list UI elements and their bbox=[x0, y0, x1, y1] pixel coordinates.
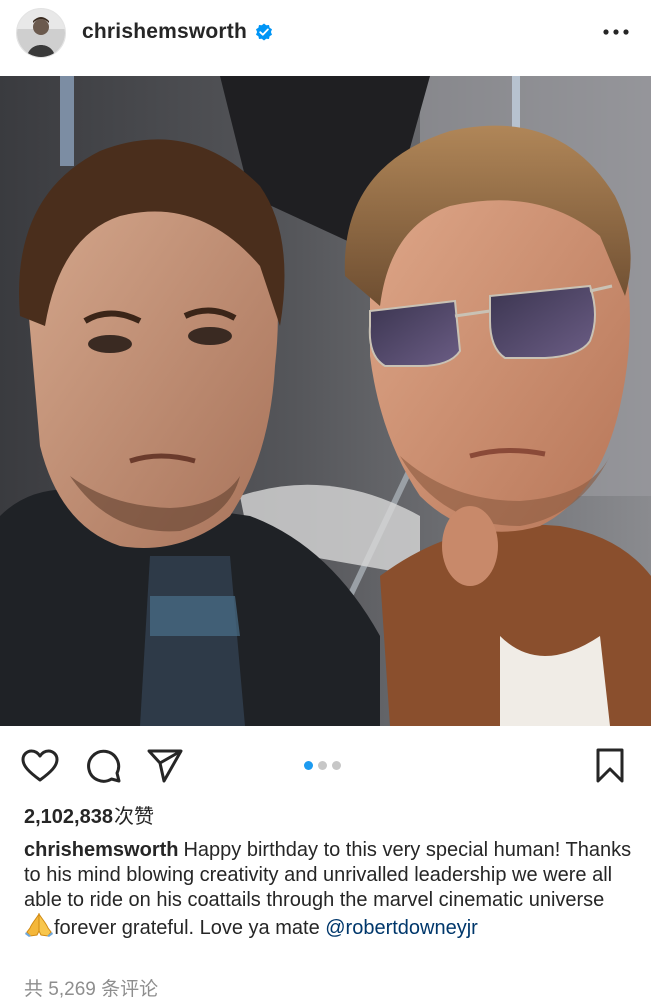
comment-icon bbox=[87, 749, 121, 783]
mention-link[interactable]: @robertdowneyjr bbox=[325, 917, 478, 939]
share-button[interactable] bbox=[145, 746, 185, 786]
profile-avatar[interactable] bbox=[16, 8, 66, 58]
action-bar bbox=[0, 728, 651, 800]
comment-button[interactable] bbox=[84, 746, 124, 786]
more-options-button[interactable] bbox=[601, 18, 631, 46]
caption-text-continued: forever grateful. Love ya mate bbox=[54, 917, 326, 939]
post-caption: chrishemsworth Happy birthday to this ver… bbox=[24, 838, 634, 941]
likes-number: 2,102,838 bbox=[24, 806, 113, 828]
save-button[interactable] bbox=[590, 746, 630, 786]
share-icon bbox=[147, 749, 183, 783]
carousel-indicator bbox=[304, 761, 341, 770]
heart-icon bbox=[21, 749, 59, 782]
more-horizontal-icon bbox=[603, 29, 629, 35]
likes-suffix: 次赞 bbox=[113, 806, 154, 828]
post-header: chrishemsworth bbox=[0, 0, 651, 76]
post-photo[interactable] bbox=[0, 76, 651, 726]
bookmark-icon bbox=[596, 748, 624, 783]
view-comments-link[interactable]: 共 5,269 条评论 bbox=[24, 974, 158, 1001]
verified-badge-icon bbox=[255, 23, 273, 41]
carousel-dot-2 bbox=[318, 761, 327, 770]
carousel-dot-3 bbox=[332, 761, 341, 770]
carousel-dot-1 bbox=[304, 761, 313, 770]
likes-count[interactable]: 2,102,838次赞 bbox=[24, 800, 154, 829]
like-button[interactable] bbox=[20, 746, 60, 786]
folded-hands-emoji-icon bbox=[24, 912, 54, 937]
caption-username[interactable]: chrishemsworth bbox=[24, 839, 178, 861]
username[interactable]: chrishemsworth bbox=[82, 20, 247, 44]
